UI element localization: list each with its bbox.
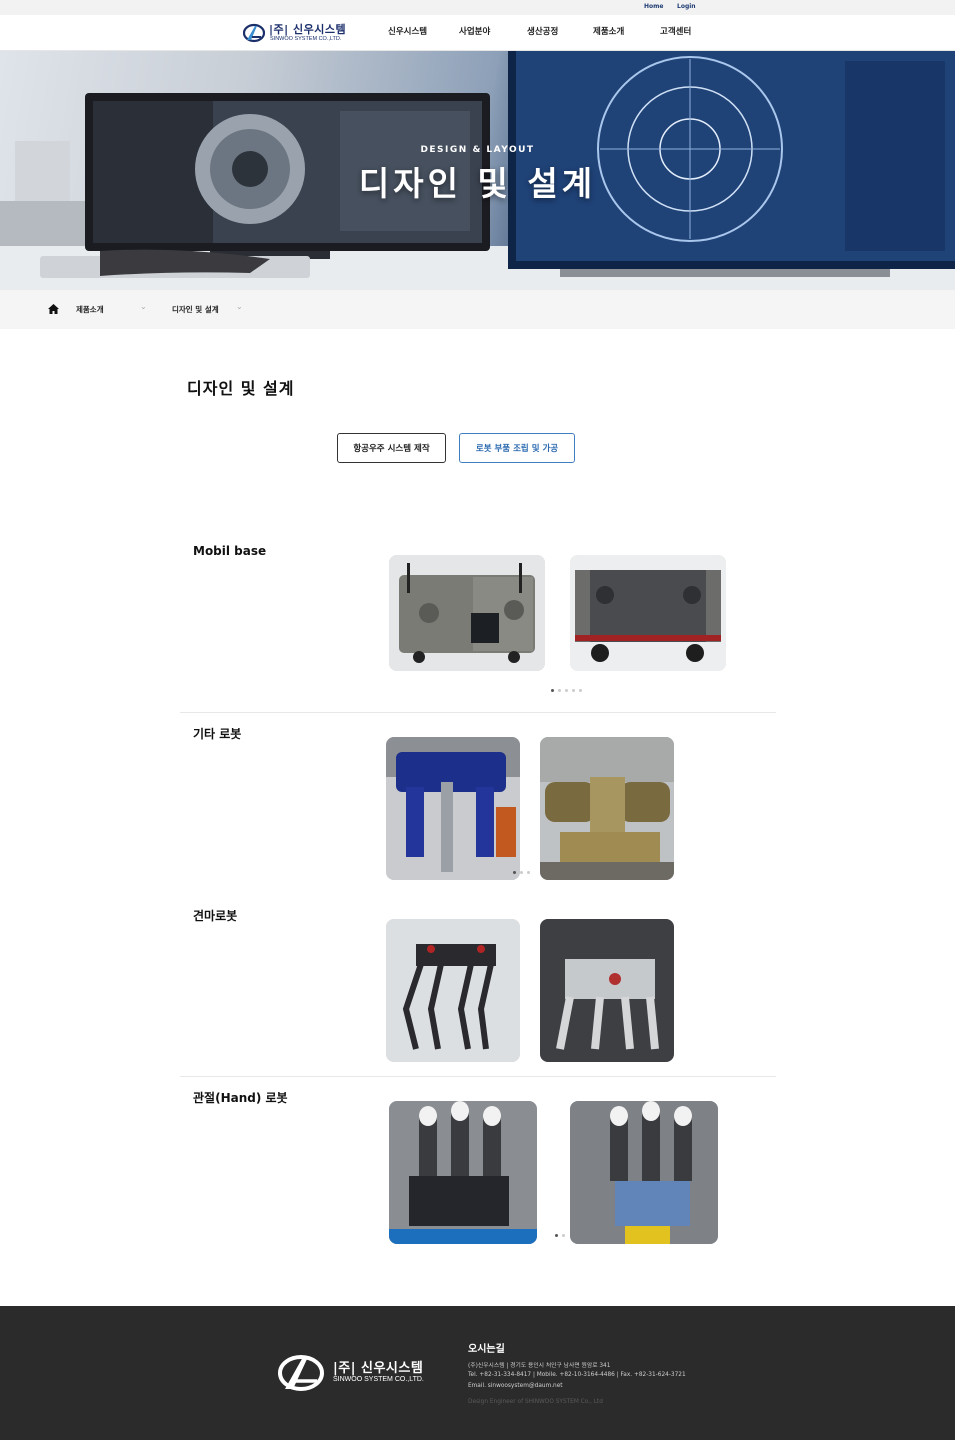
section-divider bbox=[180, 1076, 776, 1077]
breadcrumb-item-products[interactable]: 제품소개 bbox=[76, 304, 104, 315]
carousel-dots[interactable] bbox=[555, 1234, 565, 1237]
footer-copyright: Design Engineer of SHINWOO SYSTEM Co., L… bbox=[468, 1399, 603, 1405]
chevron-down-icon[interactable]: ⌄ bbox=[140, 302, 147, 311]
product-photo[interactable] bbox=[389, 1101, 537, 1244]
tab-aerospace[interactable]: 항공우주 시스템 제작 bbox=[337, 433, 446, 463]
logo-subtitle: SINWOO SYSTEM CO.,LTD. bbox=[270, 36, 342, 42]
quadruped-robot-silver-image bbox=[540, 919, 674, 1062]
breadcrumb: 제품소개 ⌄ 디자인 및 설계 ⌄ bbox=[0, 290, 955, 329]
product-photo[interactable] bbox=[570, 555, 726, 671]
logo-mark-icon bbox=[278, 1355, 324, 1391]
carousel-dot[interactable] bbox=[558, 689, 561, 692]
footer-email: Email. sinwoosystem@daum.net bbox=[468, 1383, 563, 1389]
logo-name: |주| 신우시스템 bbox=[269, 23, 347, 36]
gold-robot-image bbox=[540, 737, 674, 880]
footer-logo-subtitle: SINWOO SYSTEM CO.,LTD. bbox=[333, 1376, 424, 1383]
footer-heading: 오시는길 bbox=[468, 1344, 505, 1355]
site-logo[interactable]: |주| 신우시스템 SINWOO SYSTEM CO.,LTD. bbox=[243, 21, 353, 47]
logo-mark-icon bbox=[243, 23, 265, 43]
utility-bar: Home Login bbox=[0, 0, 955, 15]
site-header: |주| 신우시스템 SINWOO SYSTEM CO.,LTD. 신우시스템 사… bbox=[0, 15, 955, 51]
home-link[interactable]: Home bbox=[644, 3, 663, 10]
footer-contact: Tel. +82-31-334-8417 | Mobile. +82-10-31… bbox=[468, 1372, 686, 1378]
footer-logo-name: |주| 신우시스템 bbox=[333, 1361, 424, 1376]
robot-hand-controller-image bbox=[570, 1101, 718, 1244]
site-footer: |주| 신우시스템 SINWOO SYSTEM CO.,LTD. 오시는길 (주… bbox=[0, 1306, 955, 1440]
robot-hand-image bbox=[389, 1101, 537, 1244]
quadruped-robot-black-image bbox=[386, 919, 520, 1062]
section-title: 관절(Hand) 로봇 bbox=[193, 1091, 288, 1105]
product-photo[interactable] bbox=[570, 1101, 718, 1244]
carousel-dot[interactable] bbox=[579, 689, 582, 692]
product-photo[interactable] bbox=[540, 737, 674, 880]
carousel-dot[interactable] bbox=[562, 1234, 565, 1237]
tab-robot-parts[interactable]: 로봇 부품 조립 및 가공 bbox=[459, 433, 575, 463]
footer-logo: |주| 신우시스템 SINWOO SYSTEM CO.,LTD. bbox=[277, 1353, 427, 1393]
login-link[interactable]: Login bbox=[677, 3, 696, 10]
carousel-dot[interactable] bbox=[527, 871, 530, 874]
chevron-down-icon[interactable]: ⌄ bbox=[236, 302, 243, 311]
nav-item-support[interactable]: 고객센터 bbox=[660, 25, 691, 37]
carousel-dot[interactable] bbox=[551, 689, 554, 692]
mobile-base-side-image bbox=[570, 555, 726, 671]
product-photo[interactable] bbox=[386, 919, 520, 1062]
carousel-dots[interactable] bbox=[551, 689, 582, 692]
section-title: 기타 로봇 bbox=[193, 727, 242, 741]
carousel-dot[interactable] bbox=[572, 689, 575, 692]
hero-banner: DESIGN & LAYOUT 디자인 및 설계 bbox=[0, 51, 955, 290]
footer-address: (주)신우시스템 | 경기도 용인시 처인구 남사면 원암로 341 bbox=[468, 1363, 611, 1369]
section-title: 견마로봇 bbox=[193, 909, 238, 923]
nav-item-process[interactable]: 생산공정 bbox=[527, 25, 558, 37]
hero-eyebrow: DESIGN & LAYOUT bbox=[420, 145, 535, 155]
page-title: 디자인 및 설계 bbox=[187, 379, 295, 398]
product-photo[interactable] bbox=[386, 737, 520, 880]
carousel-dot[interactable] bbox=[555, 1234, 558, 1237]
carousel-dot[interactable] bbox=[565, 689, 568, 692]
breadcrumb-item-design[interactable]: 디자인 및 설계 bbox=[172, 304, 219, 315]
carousel-dot[interactable] bbox=[513, 871, 516, 874]
nav-item-products[interactable]: 제품소개 bbox=[593, 25, 624, 37]
nav-item-company[interactable]: 신우시스템 bbox=[388, 25, 427, 37]
blue-robot-image bbox=[386, 737, 520, 880]
mobile-base-front-image bbox=[389, 555, 545, 671]
product-photo[interactable] bbox=[389, 555, 545, 671]
home-icon[interactable] bbox=[48, 304, 59, 314]
section-title: Mobil base bbox=[193, 544, 267, 558]
nav-item-business[interactable]: 사업분야 bbox=[459, 25, 490, 37]
hero-title: 디자인 및 설계 bbox=[358, 164, 597, 203]
carousel-dots[interactable] bbox=[513, 871, 530, 874]
product-photo[interactable] bbox=[540, 919, 674, 1062]
carousel-dot[interactable] bbox=[520, 871, 523, 874]
section-divider bbox=[180, 712, 776, 713]
